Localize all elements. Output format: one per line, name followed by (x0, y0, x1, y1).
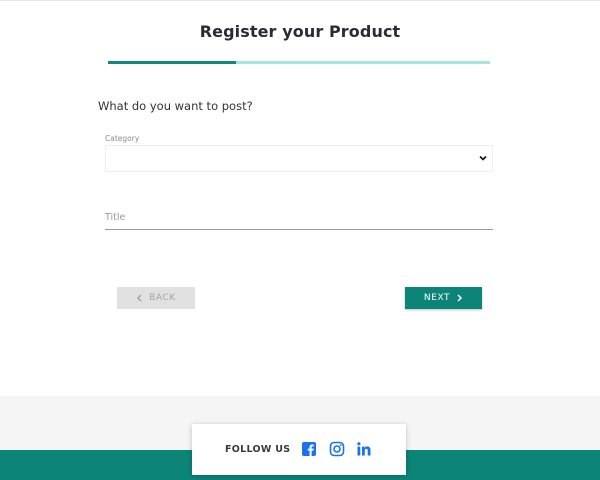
next-button[interactable]: NEXT (405, 287, 482, 309)
chevron-left-icon (137, 294, 142, 302)
back-button[interactable]: BACK (117, 287, 195, 309)
progress-bar (108, 61, 490, 64)
chevron-down-icon (479, 155, 487, 161)
progress-fill (108, 61, 237, 64)
form-question: What do you want to post? (98, 99, 253, 113)
page-title: Register your Product (199, 22, 401, 41)
next-button-label: NEXT (423, 293, 451, 303)
follow-us-card: FOLLOW US (192, 424, 406, 475)
title-input[interactable] (105, 206, 493, 230)
category-select[interactable] (105, 145, 493, 172)
back-button-label: BACK (149, 293, 176, 303)
facebook-icon[interactable] (301, 441, 317, 457)
instagram-icon[interactable] (329, 441, 345, 457)
follow-us-label: FOLLOW US (225, 444, 291, 455)
category-label: Category (105, 134, 140, 143)
linkedin-icon[interactable] (356, 441, 372, 457)
chevron-right-icon (457, 294, 463, 302)
top-divider (0, 0, 600, 1)
